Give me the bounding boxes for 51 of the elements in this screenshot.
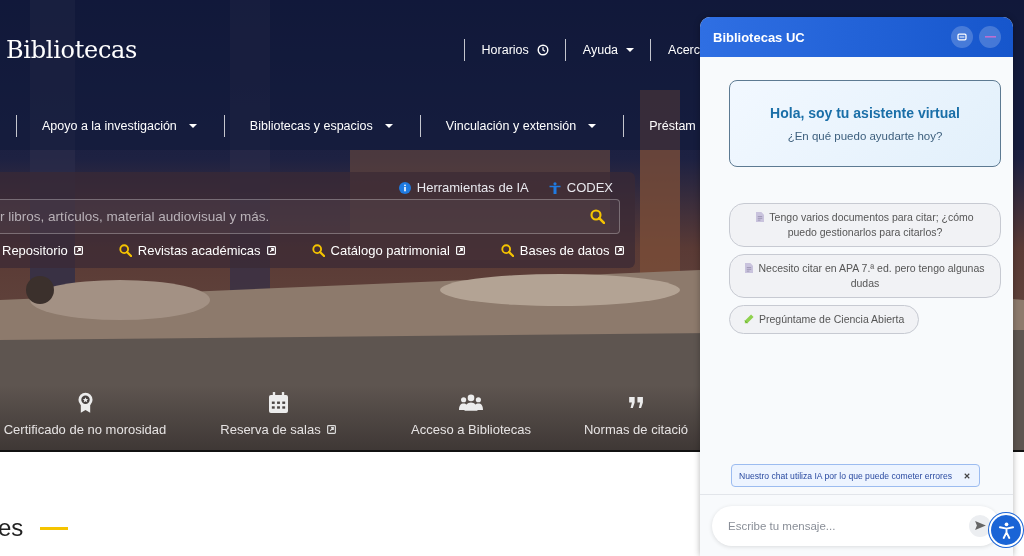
suggestion-chip[interactable]: Necesito citar en APA 7.ª ed. pero tengo algunas dudas — [729, 254, 1001, 298]
tool-link[interactable]: CODEX — [548, 180, 613, 195]
search-shortcut-link[interactable]: Bases de datos — [500, 242, 625, 258]
caret-icon — [384, 123, 393, 129]
tool-link[interactable]: Herramientas de IA — [398, 180, 529, 195]
shortcut-link[interactable]: Acceso a Bibliotecas — [411, 422, 531, 437]
close-icon — [964, 472, 970, 479]
nav-menu-item[interactable]: Préstam — [649, 119, 696, 133]
test-tube-icon — [744, 314, 754, 324]
award-icon — [77, 391, 93, 413]
caret-icon — [188, 123, 197, 129]
document-icon — [745, 263, 754, 273]
shortcut-link[interactable]: Certificado de no morosidad — [3, 422, 167, 437]
close-button[interactable] — [964, 472, 970, 479]
nav-link[interactable]: Horarios — [481, 43, 549, 57]
caret-icon — [588, 123, 597, 129]
caret-icon — [626, 47, 635, 53]
document-icon — [756, 212, 765, 222]
suggestion-chip[interactable]: Tengo varios documentos para citar; ¿cómo puedo gestionarlos para citarlos? — [729, 203, 1001, 247]
nav-menu-item[interactable]: Vinculación y extensión — [445, 119, 597, 133]
minimize-icon — [984, 36, 996, 38]
chat-title: Bibliotecas UC — [713, 29, 806, 45]
search-shortcut-link[interactable]: Repositorio — [2, 242, 83, 258]
search-icon — [590, 209, 605, 224]
shortcut-link[interactable]: Normas de citació — [583, 422, 688, 437]
accent-line — [40, 526, 69, 530]
person-icon — [548, 181, 561, 194]
greeting-subtitle: ¿En qué puedo ayudarte hoy? — [787, 130, 943, 142]
site-logo[interactable]: Bibliotecas — [6, 36, 138, 64]
info-icon — [398, 181, 411, 194]
clock-icon — [536, 44, 549, 56]
nav-link[interactable]: Ayuda — [582, 43, 635, 57]
send-icon — [974, 521, 986, 530]
search-shortcut-link[interactable]: Revistas académicas — [118, 242, 276, 258]
suggestion-chip[interactable]: Pregúntame de Ciencia Abierta — [729, 305, 920, 334]
swap-icon — [957, 33, 967, 41]
nav-link[interactable]: Acerc — [668, 43, 700, 57]
nav-menu-item[interactable]: Apoyo a la investigación — [42, 119, 197, 133]
search-icon — [118, 243, 132, 257]
greeting-title: Hola, soy tu asistente virtual — [770, 105, 960, 121]
search-icon — [311, 243, 325, 257]
search-icon — [500, 243, 514, 257]
shortcut-link[interactable]: Reserva de salas — [220, 422, 321, 437]
swap-button[interactable] — [951, 26, 973, 48]
accessibility-icon — [998, 521, 1014, 539]
accessibility-button[interactable] — [991, 515, 1021, 545]
notice-text: Nuestro chat utiliza IA por lo que puede cometer errores — [739, 470, 953, 481]
search-shortcut-link[interactable]: Catálogo patrimonial — [311, 242, 465, 258]
people-icon — [459, 393, 483, 411]
quote-icon — [628, 396, 644, 408]
nav-menu-item[interactable]: Bibliotecas y espacios — [249, 119, 393, 133]
